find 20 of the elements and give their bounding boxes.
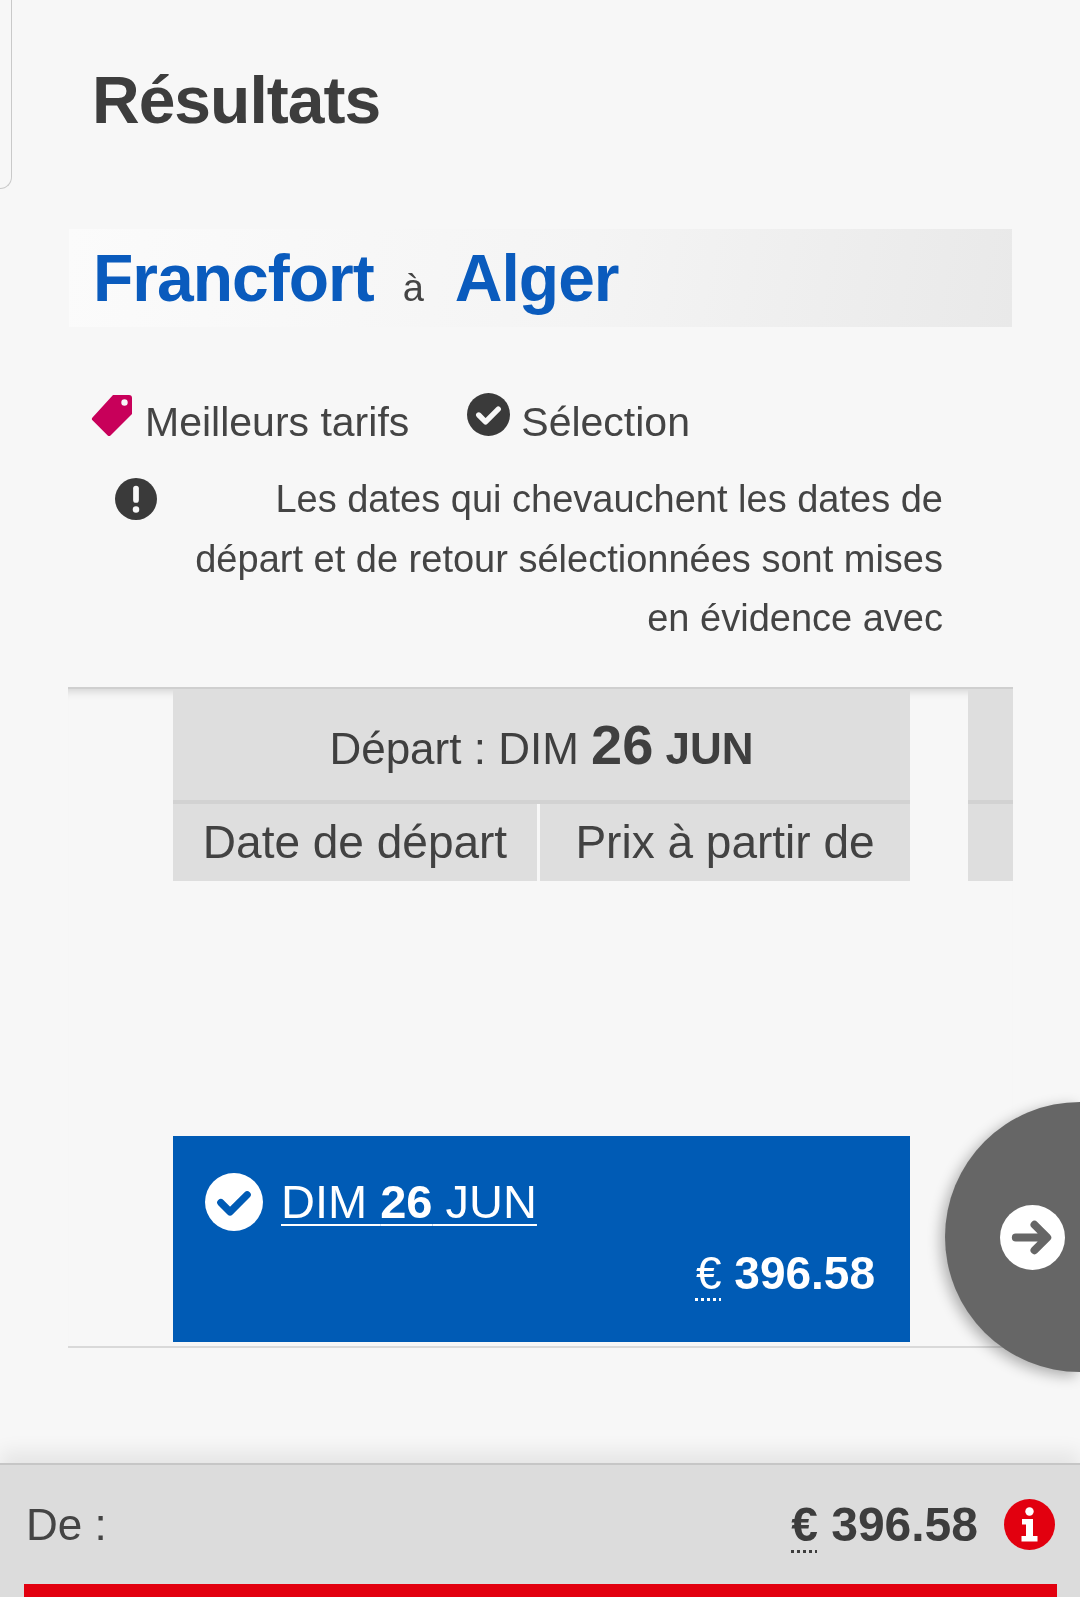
check-circle-icon [467,393,511,436]
total-price: € 396.58 [791,1497,978,1552]
info-icon[interactable] [1004,1499,1055,1550]
legend-label: Sélection [521,398,690,446]
legend-label: Meilleurs tarifs [145,398,410,446]
summary-label: De : [26,1499,107,1550]
date-cell[interactable]: DIM 26 JUN € 396.58 [173,1135,910,1342]
origin-city: Francfort [93,245,374,311]
table-header-cell: Prix à partir de [540,803,910,881]
tag-icon [91,393,134,436]
exclamation-circle-icon [115,478,157,520]
column-header: Départ : DIM 26 JUN [173,688,910,804]
fare-price: € 396.58 [695,1246,875,1300]
check-circle-icon [205,1172,263,1231]
table-header-cell: Date de départ [173,803,537,881]
page-title: Résultats [92,62,381,138]
notice-text: Les dates qui chevauchent les dates de départ et de retour sélectionnées sont mises en évidence avec [194,477,943,641]
date-link[interactable]: DIM 26 JUN [281,1175,537,1228]
arrow-right-icon [1000,1204,1065,1270]
route-connector: à [402,267,424,310]
